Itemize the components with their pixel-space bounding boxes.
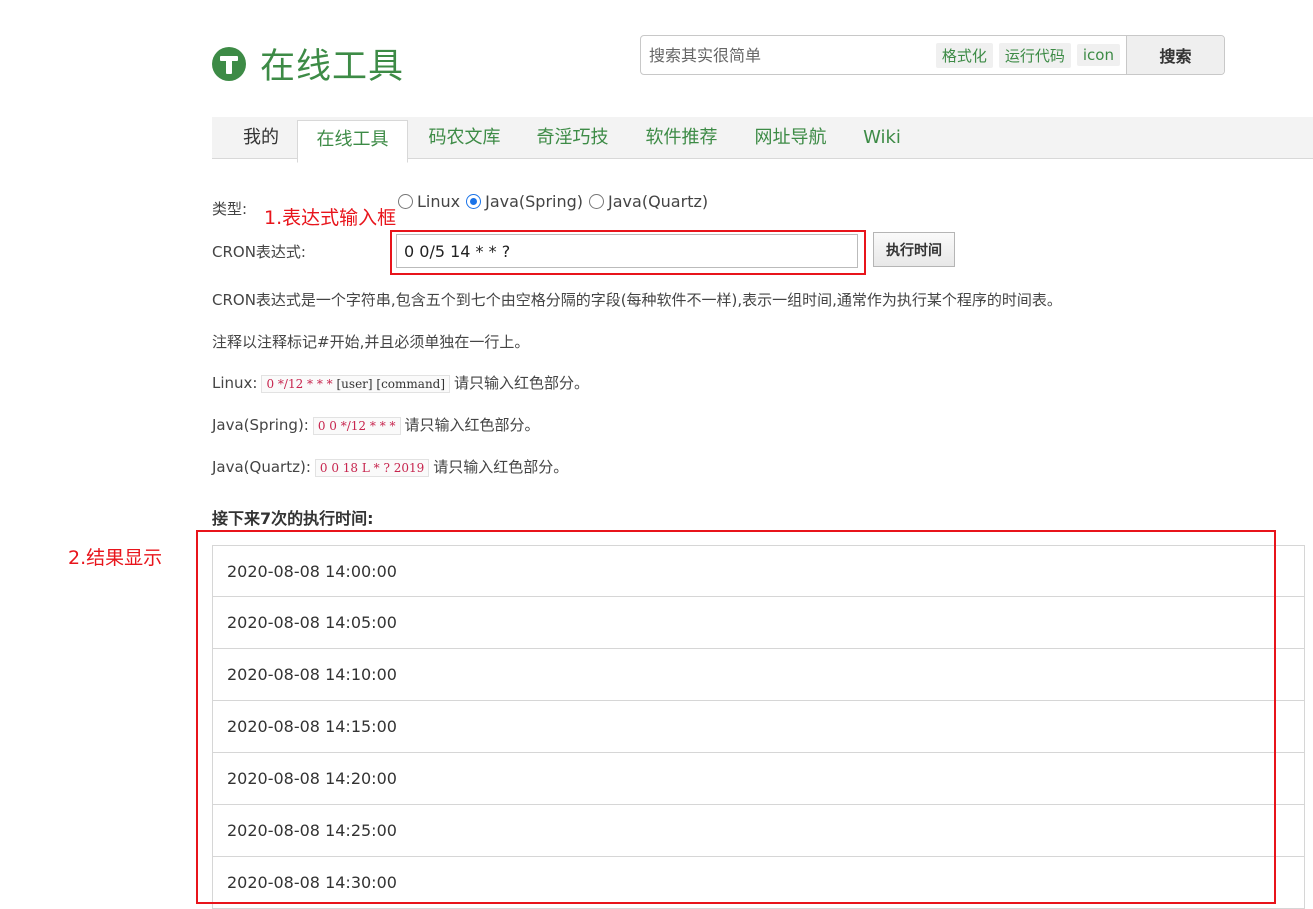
main-nav: 我的 在线工具 码农文库 奇淫巧技 软件推荐 网址导航 Wiki [212, 117, 1313, 163]
site-title: 在线工具 [260, 47, 405, 87]
nav-item-software[interactable]: 软件推荐 [634, 117, 729, 159]
execute-time-button[interactable]: 执行时间 [873, 232, 955, 267]
annotation-highlight-results [196, 530, 1276, 904]
search-tag-run-code[interactable]: 运行代码 [998, 42, 1071, 68]
cron-label: CRON表达式: [212, 243, 306, 261]
quartz-example-label: Java(Quartz): [212, 458, 311, 476]
nav-item-links[interactable]: 网址导航 [743, 117, 838, 159]
nav-item-online-tools[interactable]: 在线工具 [297, 120, 408, 163]
logo-t-icon [212, 46, 246, 81]
spring-suffix: 请只输入红色部分。 [404, 416, 540, 434]
nav-item-library[interactable]: 码农文库 [417, 117, 512, 159]
spring-code-red: 0 0 */12 * * * [317, 419, 396, 433]
linux-code-black: [user] [command] [332, 377, 446, 391]
search-bar: 格式化 运行代码 icon 搜索 [640, 35, 1225, 75]
quartz-code-red: 0 0 18 L * ? 2019 [319, 461, 425, 475]
quartz-code: 0 0 18 L * ? 2019 [314, 459, 430, 477]
annotation-highlight-input [390, 230, 866, 275]
comment-note: 注释以注释标记#开始,并且必须单独在一行上。 [212, 333, 530, 351]
type-label: 类型: [212, 200, 248, 218]
radio-linux-label[interactable]: Linux [417, 192, 460, 211]
annotation-input-box: 1.表达式输入框 [264, 207, 397, 229]
quartz-suffix: 请只输入红色部分。 [433, 458, 569, 476]
linux-code-red: 0 */12 * * * [266, 377, 333, 391]
results-title: 接下来7次的执行时间: [212, 509, 374, 528]
site-logo[interactable]: 在线工具 [212, 38, 404, 89]
spring-example: Java(Spring): 0 0 */12 * * * 请只输入红色部分。 [212, 414, 540, 435]
nav-item-wiki[interactable]: Wiki [852, 117, 912, 159]
annotation-results: 2.结果显示 [68, 547, 163, 569]
radio-java-spring-label[interactable]: Java(Spring) [485, 192, 583, 211]
nav-item-tricks[interactable]: 奇淫巧技 [525, 117, 620, 159]
radio-java-quartz-label[interactable]: Java(Quartz) [608, 192, 708, 211]
linux-code: 0 */12 * * * [user] [command] [261, 375, 451, 393]
type-radio-group: Linux Java(Spring) Java(Quartz) [398, 192, 714, 211]
linux-example-label: Linux: [212, 374, 258, 392]
search-tag-icon[interactable]: icon [1076, 44, 1120, 66]
linux-example: Linux: 0 */12 * * * [user] [command] 请只输入红… [212, 372, 589, 393]
search-button[interactable]: 搜索 [1126, 36, 1224, 74]
radio-linux[interactable] [398, 194, 413, 209]
linux-suffix: 请只输入红色部分。 [454, 374, 590, 392]
radio-java-quartz[interactable] [589, 194, 605, 209]
cron-intro: CRON表达式是一个字符串,包含五个到七个由空格分隔的字段(每种软件不一样),表… [212, 291, 1062, 309]
spring-code: 0 0 */12 * * * [312, 417, 401, 435]
search-input[interactable] [641, 37, 936, 73]
nav-item-mine[interactable]: 我的 [230, 117, 292, 159]
spring-example-label: Java(Spring): [212, 416, 309, 434]
radio-java-spring[interactable] [466, 194, 482, 209]
search-tag-format[interactable]: 格式化 [935, 42, 993, 68]
quartz-example: Java(Quartz): 0 0 18 L * ? 2019 请只输入红色部分。 [212, 456, 568, 477]
